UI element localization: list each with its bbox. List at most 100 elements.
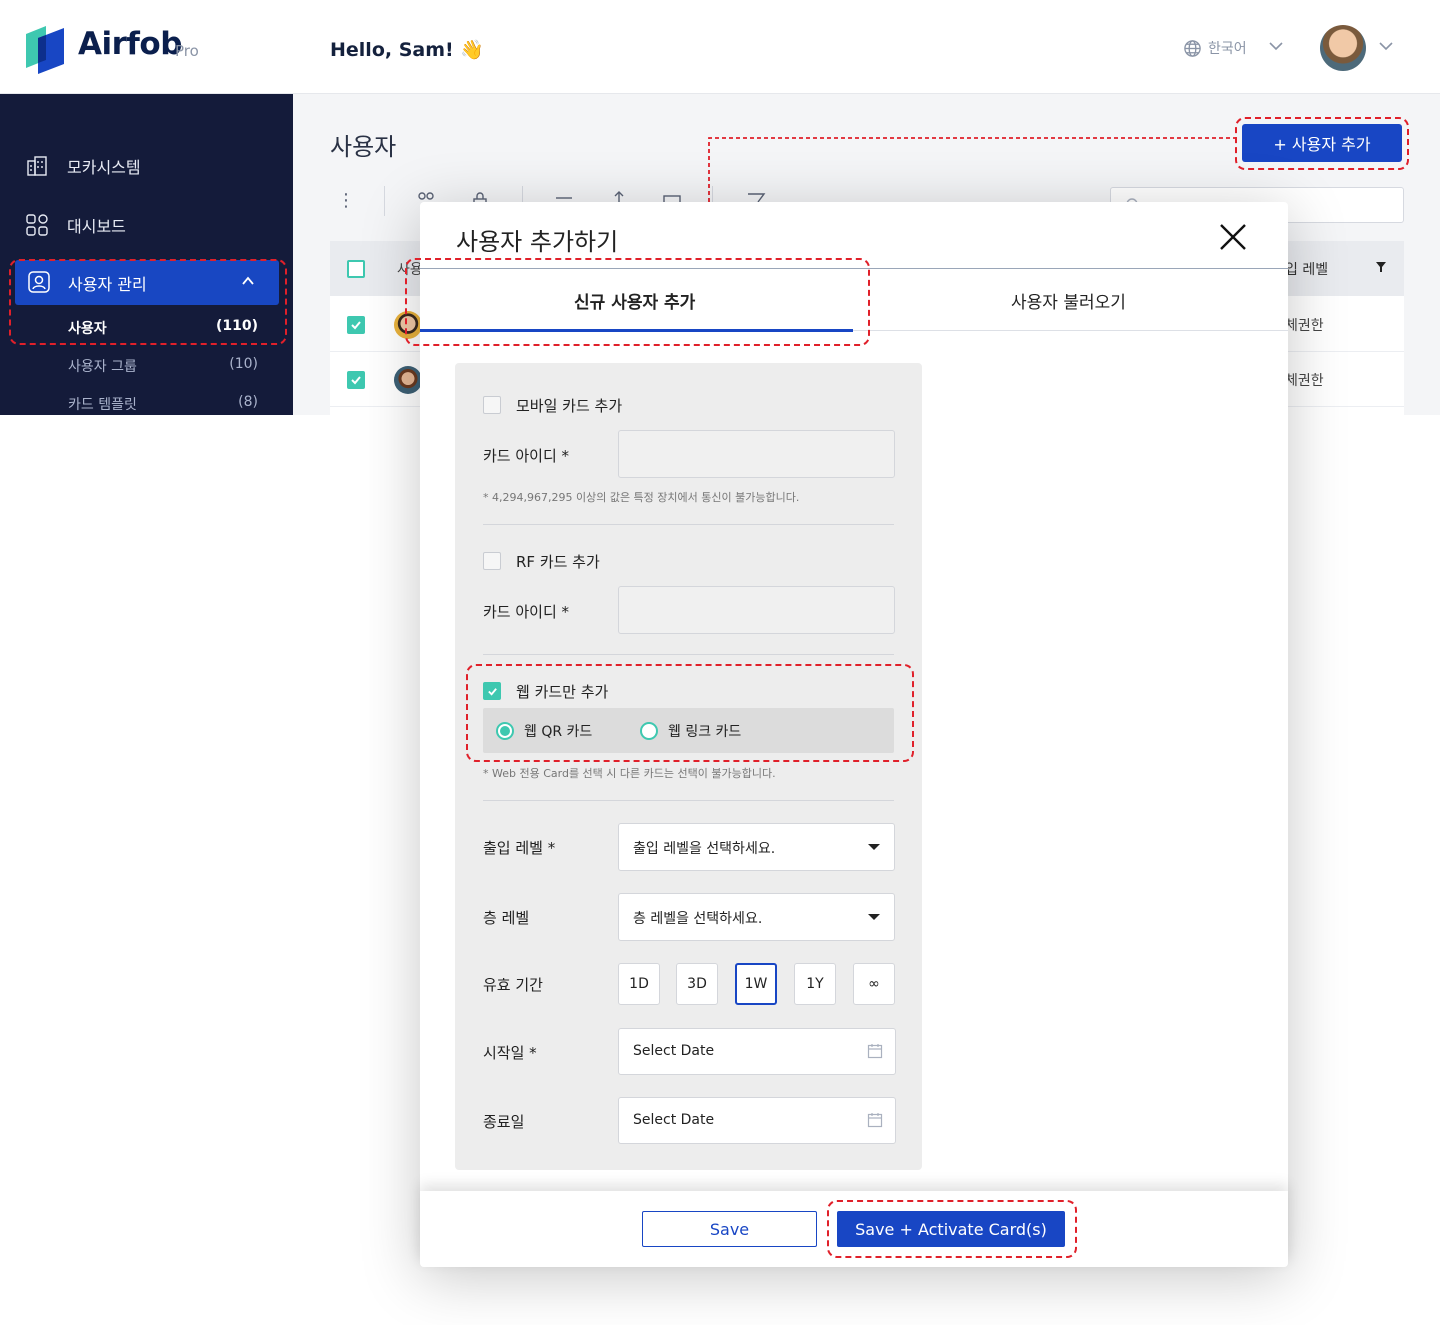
sidebar-subitem-user-groups[interactable]: 사용자 그룹 (10) — [68, 356, 258, 376]
rf-card-checkbox[interactable] — [483, 552, 501, 570]
chevron-down-icon[interactable] — [1378, 38, 1394, 54]
end-date-label: 종료일 — [483, 1113, 525, 1131]
dashboard-icon — [26, 214, 48, 236]
calendar-icon[interactable] — [867, 1043, 883, 1059]
card-form-panel: 모바일 카드 추가 카드 아이디 * * 4,294,967,295 이상의 값… — [455, 363, 922, 1170]
sidebar-item-user-management[interactable]: 사용자 관리 — [15, 260, 279, 305]
chevron-up-icon[interactable] — [241, 274, 255, 288]
row-checkbox[interactable] — [347, 316, 365, 334]
check-icon — [351, 376, 361, 385]
user-management-icon — [28, 271, 50, 293]
subitem-count: (8) — [238, 394, 258, 410]
row-checkbox[interactable] — [347, 371, 365, 389]
end-date-input[interactable]: Select Date — [618, 1097, 896, 1144]
tab-import-users[interactable]: 사용자 불러오기 — [1011, 288, 1126, 313]
web-link-radio[interactable] — [640, 722, 658, 740]
chevron-down-icon[interactable] — [1268, 38, 1284, 54]
validity-unlimited-button[interactable]: ∞ — [853, 963, 895, 1005]
subitem-label: 사용자 그룹 — [68, 359, 137, 375]
subitem-count: (10) — [229, 356, 258, 372]
check-icon — [351, 321, 361, 330]
greeting-text: Hello, Sam! 👋 — [330, 39, 484, 61]
column-header-user[interactable]: 사용 — [397, 259, 423, 279]
close-icon[interactable] — [1218, 222, 1248, 252]
web-card-type-group: 웹 QR 카드 웹 링크 카드 — [483, 708, 894, 753]
validity-3d-button[interactable]: 3D — [676, 963, 718, 1005]
section-divider — [483, 654, 894, 655]
web-link-label: 웹 링크 카드 — [668, 724, 742, 740]
sidebar-item-label: 사용자 관리 — [68, 275, 147, 294]
app-header: Airfob Pro Hello, Sam! 👋 한국어 — [0, 0, 1440, 94]
mobile-card-note: * 4,294,967,295 이상의 값은 특정 장치에서 통신이 불가능합니… — [483, 491, 800, 504]
filter-icon[interactable] — [1375, 261, 1387, 273]
check-icon — [487, 687, 497, 696]
column-header-access-level[interactable]: 입 레벨 — [1285, 259, 1328, 279]
caret-down-icon — [868, 914, 880, 920]
sidebar-subitem-card-templates[interactable]: 카드 템플릿 (8) — [68, 394, 258, 414]
floor-level-label: 층 레벨 — [483, 909, 530, 927]
subitem-label: 사용자 — [68, 321, 107, 337]
modal-footer: Save Save + Activate Card(s) — [420, 1191, 1288, 1267]
sidebar: 모카시스템 대시보드 사용자 관리 사용자 (110) 사용자 그룹 (10) … — [0, 94, 293, 415]
calendar-icon[interactable] — [867, 1112, 883, 1128]
sidebar-item-dashboard[interactable]: 대시보드 — [25, 213, 126, 237]
validity-1w-button[interactable]: 1W — [735, 963, 777, 1005]
web-qr-radio[interactable] — [496, 722, 514, 740]
language-selector[interactable]: 한국어 — [1183, 38, 1247, 58]
select-all-checkbox[interactable] — [347, 260, 365, 278]
building-icon — [27, 156, 47, 176]
more-options-icon[interactable]: ⋮ — [337, 190, 355, 211]
subitem-count: (110) — [215, 318, 258, 334]
sidebar-item-system[interactable]: 모카시스템 — [25, 154, 141, 178]
web-card-checkbox[interactable] — [483, 682, 501, 700]
mobile-card-checkbox[interactable] — [483, 396, 501, 414]
rf-card-id-input[interactable] — [618, 586, 895, 634]
user-avatar[interactable] — [1320, 25, 1366, 71]
tab-divider — [853, 330, 1288, 331]
save-button[interactable]: Save — [642, 1211, 817, 1247]
add-user-modal: 사용자 추가하기 신규 사용자 추가 사용자 불러오기 모바일 카드 추가 카드… — [420, 202, 1288, 1267]
active-tab-indicator — [420, 329, 853, 332]
avatar — [394, 366, 422, 394]
section-divider — [483, 524, 894, 525]
sidebar-item-label: 대시보드 — [67, 217, 126, 236]
rf-card-id-label: 카드 아이디 * — [483, 603, 570, 621]
mobile-card-id-label: 카드 아이디 * — [483, 447, 570, 465]
mobile-card-id-input[interactable] — [618, 430, 895, 478]
airfob-logo-icon — [26, 26, 64, 74]
mobile-card-label: 모바일 카드 추가 — [516, 397, 623, 415]
web-card-label: 웹 카드만 추가 — [516, 683, 609, 701]
access-level-placeholder: 출입 레벨을 선택하세요. — [633, 841, 776, 857]
validity-1y-button[interactable]: 1Y — [794, 963, 836, 1005]
sidebar-item-label: 모카시스템 — [67, 158, 141, 177]
start-date-placeholder: Select Date — [633, 1043, 715, 1059]
add-user-button[interactable]: + 사용자 추가 — [1242, 124, 1402, 162]
start-date-label: 시작일 * — [483, 1044, 537, 1062]
modal-divider — [420, 268, 1288, 269]
validity-label: 유효 기간 — [483, 976, 543, 994]
sidebar-subitem-users[interactable]: 사용자 (110) — [68, 318, 258, 338]
section-divider — [483, 800, 894, 801]
validity-1d-button[interactable]: 1D — [618, 963, 660, 1005]
start-date-input[interactable]: Select Date — [618, 1028, 896, 1075]
web-qr-label: 웹 QR 카드 — [524, 724, 593, 740]
access-level-cell: 체권한 — [1285, 373, 1324, 389]
logo-suffix: Pro — [175, 42, 199, 60]
rf-card-label: RF 카드 추가 — [516, 553, 600, 571]
subitem-label: 카드 템플릿 — [68, 397, 137, 413]
access-level-select[interactable]: 출입 레벨을 선택하세요. — [618, 823, 895, 871]
end-date-placeholder: Select Date — [633, 1112, 715, 1128]
toolbar-divider — [384, 186, 385, 216]
logo-text: Airfob — [78, 26, 182, 62]
web-card-note: * Web 전용 Card를 선택 시 다른 카드는 선택이 불가능합니다. — [483, 767, 776, 780]
globe-icon — [1184, 39, 1201, 57]
language-label: 한국어 — [1208, 41, 1247, 57]
caret-down-icon — [868, 844, 880, 850]
page-title: 사용자 — [330, 133, 397, 161]
floor-level-placeholder: 층 레벨을 선택하세요. — [633, 911, 763, 927]
floor-level-select[interactable]: 층 레벨을 선택하세요. — [618, 893, 895, 941]
avatar — [394, 311, 422, 339]
save-activate-button[interactable]: Save + Activate Card(s) — [837, 1211, 1065, 1247]
access-level-label: 출입 레벨 * — [483, 839, 556, 857]
tab-new-user[interactable]: 신규 사용자 추가 — [574, 288, 695, 313]
